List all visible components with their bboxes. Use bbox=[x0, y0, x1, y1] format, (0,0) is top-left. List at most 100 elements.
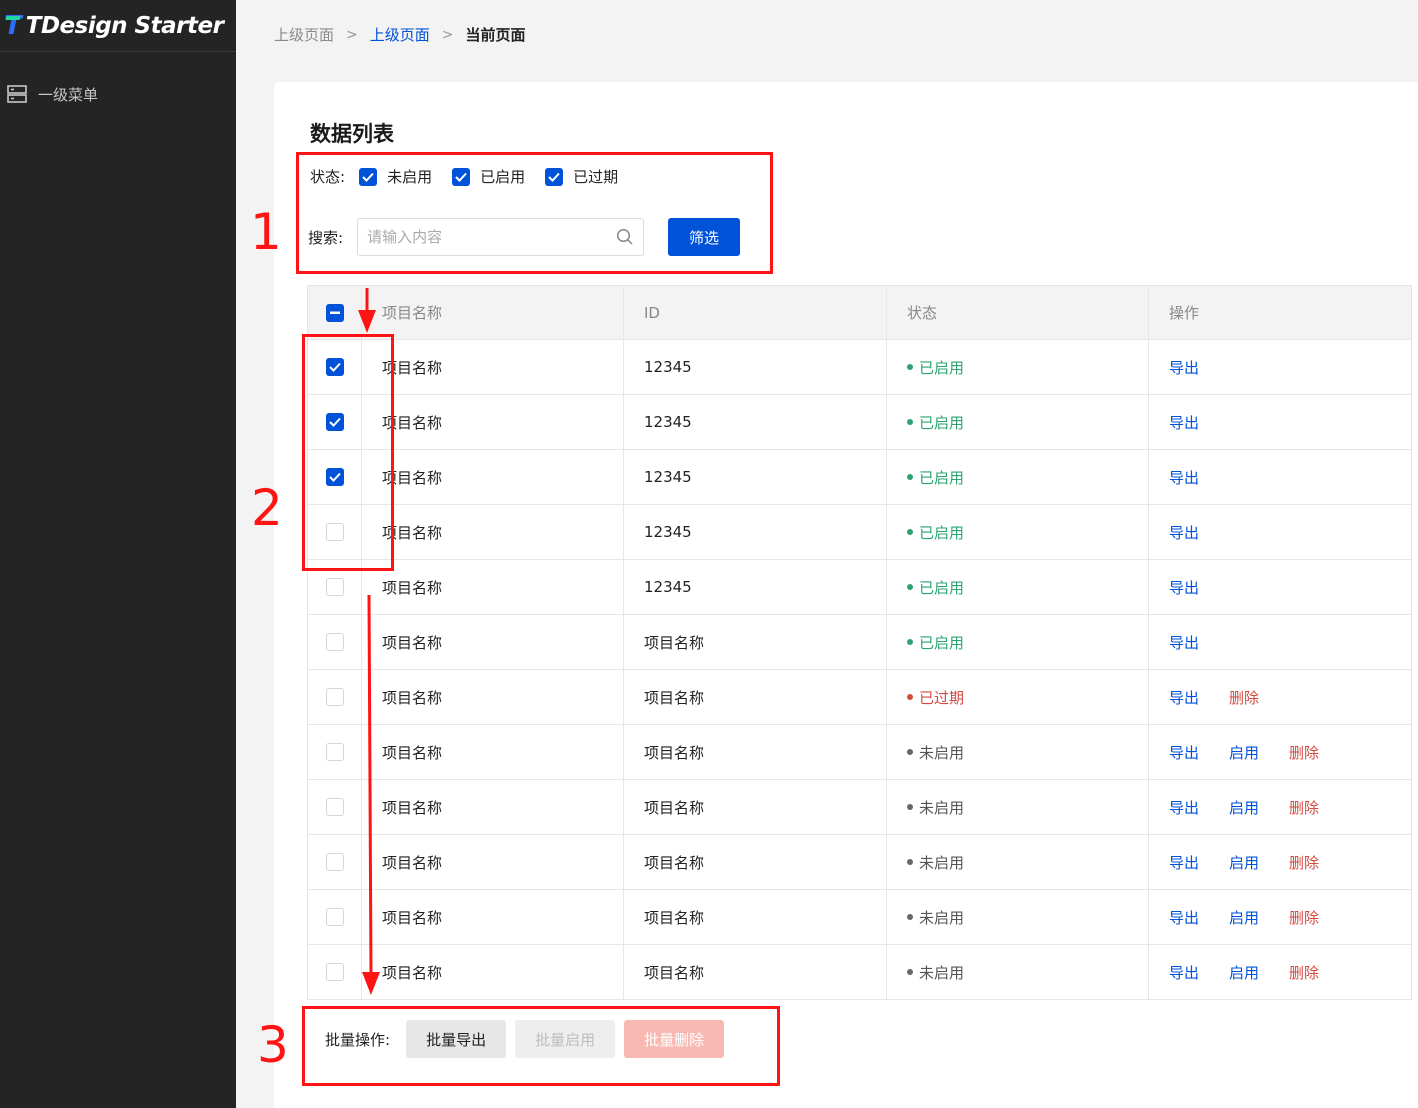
status-dot-icon bbox=[907, 529, 913, 535]
table-row: 项目名称 12345 已启用 导出 bbox=[308, 450, 1411, 505]
cell-status: 未启用 bbox=[887, 945, 1149, 999]
row-checkbox-cell bbox=[308, 725, 362, 779]
export-link[interactable]: 导出 bbox=[1169, 412, 1199, 433]
table-row: 项目名称 项目名称 未启用 导出 启用 删除 bbox=[308, 780, 1411, 835]
delete-link[interactable]: 删除 bbox=[1289, 797, 1319, 818]
enable-link[interactable]: 启用 bbox=[1229, 742, 1259, 763]
row-checkbox-cell bbox=[308, 890, 362, 944]
export-link[interactable]: 导出 bbox=[1169, 907, 1199, 928]
table-row: 项目名称 项目名称 已过期 导出 删除 bbox=[308, 670, 1411, 725]
export-link[interactable]: 导出 bbox=[1169, 632, 1199, 653]
column-header-actions: 操作 bbox=[1169, 304, 1200, 322]
cell-id: 项目名称 bbox=[624, 615, 887, 669]
row-checkbox-cell bbox=[308, 835, 362, 889]
status-dot-icon bbox=[907, 969, 913, 975]
export-link[interactable]: 导出 bbox=[1169, 687, 1199, 708]
export-link[interactable]: 导出 bbox=[1169, 962, 1199, 983]
export-link[interactable]: 导出 bbox=[1169, 357, 1199, 378]
breadcrumb-item-parent-1[interactable]: 上级页面 bbox=[274, 24, 334, 45]
breadcrumb-item-parent-2[interactable]: 上级页面 bbox=[370, 24, 430, 45]
row-checkbox[interactable] bbox=[325, 633, 344, 651]
breadcrumb: 上级页面 > 上级页面 > 当前页面 bbox=[274, 24, 526, 45]
export-link[interactable]: 导出 bbox=[1169, 742, 1199, 763]
cell-name: 项目名称 bbox=[362, 780, 624, 834]
minus-icon bbox=[329, 311, 340, 314]
status-dot-icon bbox=[907, 364, 913, 370]
cell-status: 已启用 bbox=[887, 340, 1149, 394]
annotation-box-3 bbox=[302, 1006, 780, 1086]
chevron-right-icon: > bbox=[441, 26, 454, 43]
status-text: 已过期 bbox=[919, 688, 965, 707]
cell-id: 项目名称 bbox=[624, 835, 887, 889]
delete-link[interactable]: 删除 bbox=[1229, 687, 1259, 708]
cell-id: 项目名称 bbox=[624, 780, 887, 834]
select-all-checkbox[interactable] bbox=[325, 303, 344, 322]
cell-actions: 导出 bbox=[1149, 395, 1411, 449]
delete-link[interactable]: 删除 bbox=[1289, 962, 1319, 983]
enable-link[interactable]: 启用 bbox=[1229, 797, 1259, 818]
enable-link[interactable]: 启用 bbox=[1229, 907, 1259, 928]
status-text: 未启用 bbox=[919, 963, 965, 982]
export-link[interactable]: 导出 bbox=[1169, 522, 1199, 543]
cell-name: 项目名称 bbox=[362, 945, 624, 999]
table-row: 项目名称 项目名称 未启用 导出 启用 删除 bbox=[308, 835, 1411, 890]
sidebar-item-level1-menu[interactable]: 一级菜单 bbox=[0, 76, 236, 112]
row-checkbox[interactable] bbox=[325, 853, 344, 871]
cell-status: 已过期 bbox=[887, 670, 1149, 724]
table-row: 项目名称 12345 已启用 导出 bbox=[308, 340, 1411, 395]
status-text: 未启用 bbox=[919, 853, 965, 872]
cell-status: 已启用 bbox=[887, 450, 1149, 504]
app-logo[interactable]: T TDesign Starter bbox=[0, 0, 236, 52]
delete-link[interactable]: 删除 bbox=[1289, 852, 1319, 873]
row-checkbox[interactable] bbox=[325, 798, 344, 816]
annotation-number-2: 2 bbox=[251, 479, 283, 537]
cell-actions: 导出 启用 删除 bbox=[1149, 835, 1411, 889]
row-checkbox[interactable] bbox=[325, 743, 344, 761]
export-link[interactable]: 导出 bbox=[1169, 577, 1199, 598]
cell-actions: 导出 bbox=[1149, 505, 1411, 559]
cell-name: 项目名称 bbox=[362, 450, 624, 504]
status-text: 已启用 bbox=[919, 413, 965, 432]
delete-link[interactable]: 删除 bbox=[1289, 742, 1319, 763]
breadcrumb-item-current: 当前页面 bbox=[465, 26, 526, 44]
cell-name: 项目名称 bbox=[362, 340, 624, 394]
row-checkbox[interactable] bbox=[325, 963, 344, 981]
export-link[interactable]: 导出 bbox=[1169, 797, 1199, 818]
annotation-box-2 bbox=[302, 334, 394, 571]
delete-link[interactable]: 删除 bbox=[1289, 907, 1319, 928]
chevron-right-icon: > bbox=[346, 26, 358, 43]
table-row: 项目名称 项目名称 未启用 导出 启用 删除 bbox=[308, 725, 1411, 780]
status-dot-icon bbox=[907, 474, 913, 480]
cell-actions: 导出 删除 bbox=[1149, 670, 1411, 724]
column-header-id: ID bbox=[624, 286, 887, 339]
row-checkbox[interactable] bbox=[325, 578, 344, 596]
cell-status: 已启用 bbox=[887, 615, 1149, 669]
cell-name: 项目名称 bbox=[362, 395, 624, 449]
page-title: 数据列表 bbox=[310, 122, 394, 146]
annotation-number-3: 3 bbox=[257, 1016, 289, 1074]
export-link[interactable]: 导出 bbox=[1169, 467, 1199, 488]
row-checkbox[interactable] bbox=[325, 688, 344, 706]
cell-name: 项目名称 bbox=[362, 615, 624, 669]
cell-id: 项目名称 bbox=[624, 890, 887, 944]
cell-id: 项目名称 bbox=[624, 670, 887, 724]
cell-status: 未启用 bbox=[887, 725, 1149, 779]
status-text: 已启用 bbox=[919, 578, 965, 597]
cell-name: 项目名称 bbox=[362, 505, 624, 559]
status-dot-icon bbox=[907, 804, 913, 810]
table-row: 项目名称 项目名称 未启用 导出 启用 删除 bbox=[308, 945, 1411, 1000]
enable-link[interactable]: 启用 bbox=[1229, 962, 1259, 983]
export-link[interactable]: 导出 bbox=[1169, 852, 1199, 873]
row-checkbox[interactable] bbox=[325, 908, 344, 926]
cell-actions: 导出 启用 删除 bbox=[1149, 725, 1411, 779]
status-dot-icon bbox=[907, 419, 913, 425]
cell-status: 未启用 bbox=[887, 890, 1149, 944]
cell-name: 项目名称 bbox=[362, 670, 624, 724]
status-dot-icon bbox=[907, 749, 913, 755]
column-header-name: 项目名称 bbox=[362, 286, 624, 339]
cell-id: 12345 bbox=[624, 505, 887, 559]
cell-name: 项目名称 bbox=[362, 890, 624, 944]
status-dot-icon bbox=[907, 694, 913, 700]
enable-link[interactable]: 启用 bbox=[1229, 852, 1259, 873]
table-header-row: 项目名称 ID 状态 操作 bbox=[308, 286, 1411, 340]
